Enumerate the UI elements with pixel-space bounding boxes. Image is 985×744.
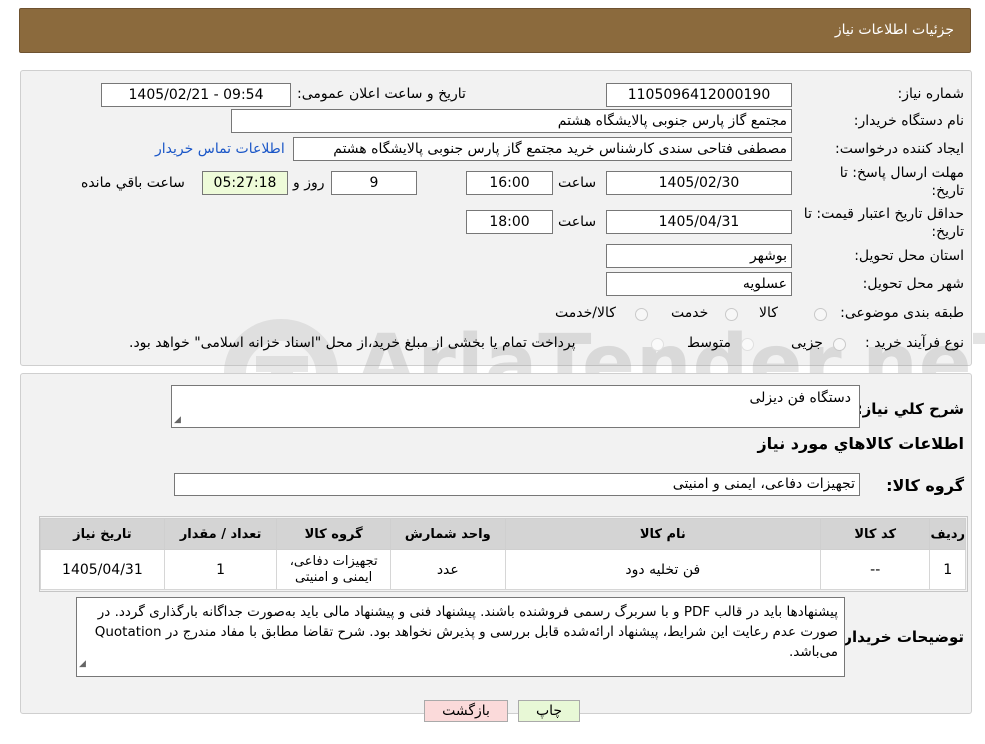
cell-goods-name: فن تخلیه دود (504, 549, 821, 590)
page-title: جزئیات اطلاعات نیاز (834, 22, 954, 38)
cell-goods-group: تجهیزات دفاعی، ایمنی و امنیتی (276, 549, 391, 590)
column-goods-name: نام کالا (504, 518, 821, 550)
days-label: روز و (293, 175, 325, 191)
deadline-label-date: تاریخ: (931, 183, 964, 199)
buyer-notes-textarea[interactable]: پیشنهادها باید در قالب PDF و با سربرگ رس… (76, 597, 845, 677)
column-quantity: تعداد / مقدار (163, 518, 278, 550)
need-number-label: شماره نیاز: (897, 86, 965, 102)
announce-label: تاریخ و ساعت اعلان عمومی: (297, 86, 466, 102)
buyer-org-field: مجتمع گاز پارس جنوبی پالایشگاه هشتم (231, 109, 792, 133)
goods-group-label: گروه کالا: (886, 476, 964, 495)
process-radio-medium[interactable] (741, 338, 754, 351)
deadline-time-field: 16:00 (466, 171, 553, 195)
cell-unit: عدد (389, 549, 506, 590)
column-need-date: تاریخ نیاز (40, 518, 165, 550)
goods-details-panel: شرح کلي نیاز: دستگاه فن دیزلی ◢ اطلاعات … (20, 373, 972, 714)
column-goods-code: کد کالا (819, 518, 931, 550)
goods-group-field: تجهیزات دفاعی، ایمنی و امنیتی (174, 473, 860, 496)
print-button[interactable]: چاپ (518, 700, 580, 722)
requester-field: مصطفی فتاحی سندی کارشناس خرید مجتمع گاز … (293, 137, 792, 161)
province-label: استان محل تحویل: (854, 248, 964, 264)
process-radio-minor[interactable] (833, 338, 846, 351)
need-number-field: 1105096412000190 (606, 83, 792, 107)
cell-row-number: 1 (929, 549, 966, 590)
back-button[interactable]: بازگشت (424, 700, 508, 722)
days-remaining-field: 9 (331, 171, 417, 195)
cell-quantity: 1 (163, 549, 278, 590)
process-option-minor: جزیی (791, 335, 823, 351)
category-option-goods-service: کالا/خدمت (555, 305, 616, 321)
buyer-notes-text: پیشنهادها باید در قالب PDF و با سربرگ رس… (94, 604, 838, 660)
buyer-org-label: نام دستگاه خریدار: (853, 113, 964, 129)
resize-handle-icon[interactable]: ◢ (174, 415, 181, 425)
category-radio-goods-service[interactable] (635, 308, 648, 321)
process-checkbox-treasury[interactable] (651, 338, 664, 351)
description-text: دستگاه فن دیزلی (749, 390, 851, 406)
column-unit: واحد شمارش (389, 518, 506, 550)
province-field: بوشهر (606, 244, 792, 268)
goods-info-title: اطلاعات کالاهاي مورد نیاز (757, 434, 964, 453)
price-validity-time-label: ساعت (558, 214, 597, 230)
column-row-number: ردیف (929, 518, 966, 550)
remaining-time-label: ساعت باقي مانده (81, 175, 185, 191)
price-validity-date-field: 1405/04/31 (606, 210, 792, 234)
cell-need-date: 1405/04/31 (40, 549, 165, 590)
remaining-time-field: 05:27:18 (202, 171, 288, 195)
goods-table-header: ردیف کد کالا نام کالا واحد شمارش گروه کا… (40, 518, 966, 550)
announce-datetime-field: 1405/02/21 - 09:54 (101, 83, 291, 107)
price-validity-label: حداقل تاریخ اعتبار قیمت: تا (803, 206, 964, 222)
city-label: شهر محل تحویل: (862, 276, 964, 292)
cell-goods-code: -- (819, 549, 931, 590)
buyer-contact-link[interactable]: اطلاعات تماس خریدار (155, 141, 285, 157)
category-option-goods: کالا (759, 305, 778, 321)
requester-label: ایجاد کننده درخواست: (835, 141, 964, 157)
buyer-notes-label: توضیحات خریدار: (837, 628, 964, 646)
city-field: عسلویه (606, 272, 792, 296)
deadline-label: مهلت ارسال پاسخ: تا (839, 165, 964, 181)
description-label: شرح کلي نیاز: (856, 400, 964, 418)
deadline-time-label: ساعت (558, 175, 597, 191)
process-treasury-note: پرداخت تمام یا بخشی از مبلغ خرید،از محل … (129, 335, 576, 351)
category-label: طبقه بندی موضوعی: (840, 305, 964, 321)
goods-table: ردیف کد کالا نام کالا واحد شمارش گروه کا… (40, 518, 966, 590)
category-radio-service[interactable] (725, 308, 738, 321)
price-validity-time-field: 18:00 (466, 210, 553, 234)
process-type-label: نوع فرآیند خرید : (865, 335, 964, 351)
resize-handle-icon[interactable]: ◢ (79, 654, 86, 674)
column-goods-group: گروه کالا (276, 518, 391, 550)
need-info-panel: AriaTender.neT شماره نیاز: 1105096412000… (20, 70, 985, 433)
price-validity-label-date: تاریخ: (931, 224, 964, 240)
deadline-date-field: 1405/02/30 (606, 171, 792, 195)
category-radio-goods[interactable] (814, 308, 827, 321)
category-option-service: خدمت (671, 305, 709, 321)
description-textarea[interactable]: دستگاه فن دیزلی ◢ (171, 385, 860, 428)
table-row: 1 -- فن تخلیه دود عدد تجهیزات دفاعی، ایم… (40, 549, 966, 590)
page-header: جزئیات اطلاعات نیاز (19, 8, 971, 53)
process-option-medium: متوسط (687, 335, 731, 351)
